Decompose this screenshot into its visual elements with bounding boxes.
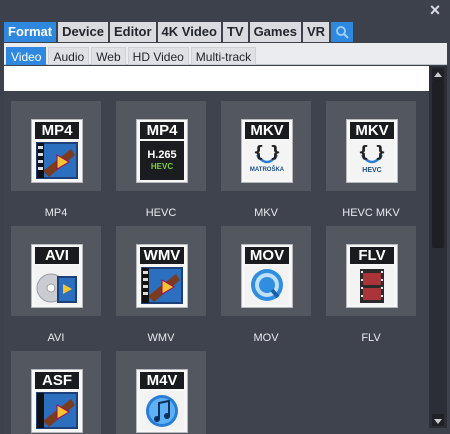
file-icon: FLV	[346, 244, 398, 308]
format-label-flv: FLV	[361, 332, 381, 344]
scroll-up-button[interactable]	[432, 68, 444, 80]
format-tile-m4v[interactable]: M4V	[116, 351, 206, 434]
file-icon: M4V	[136, 369, 188, 433]
format-tile-flv[interactable]: FLV	[326, 226, 416, 316]
tab-games[interactable]: Games	[249, 22, 301, 42]
format-tile-hevc-mkv[interactable]: MKV { } HEVC	[326, 101, 416, 191]
format-grid: MP4 MP4 MP4 H.265 HEVC HEVC MKV {} MATR…	[4, 91, 429, 434]
film-play-icon	[141, 267, 183, 304]
format-tag: MP4	[140, 122, 184, 139]
subcategory-tabs: Video Audio Web HD Video Multi-track	[6, 47, 257, 65]
subtab-multi-track[interactable]: Multi-track	[190, 47, 257, 65]
h265-hevc-icon: H.265 HEVC	[140, 141, 184, 180]
format-tag: FLV	[350, 247, 394, 264]
format-label-mkv: MKV	[254, 207, 278, 219]
format-tile-mov[interactable]: MOV	[221, 226, 311, 316]
format-tag: MOV	[245, 247, 289, 264]
format-label-mov: MOV	[253, 332, 279, 344]
file-icon: ASF	[31, 369, 83, 433]
subtab-video[interactable]: Video	[6, 47, 47, 65]
format-tile-hevc[interactable]: MP4 H.265 HEVC	[116, 101, 206, 191]
format-tag: MKV	[350, 122, 394, 139]
format-window: × Format Device Editor 4K Video TV Games…	[0, 0, 450, 434]
film-play-icon	[36, 142, 78, 179]
tab-format[interactable]: Format	[4, 22, 57, 42]
h265-badge: H.265	[147, 149, 177, 161]
subtab-web[interactable]: Web	[91, 47, 126, 65]
svg-text:{ }: { }	[358, 142, 386, 161]
vertical-scrollbar[interactable]	[429, 66, 447, 428]
format-label-avi: AVI	[47, 332, 65, 344]
format-list-panel: MP4 MP4 MP4 H.265 HEVC HEVC MKV {} MATR…	[4, 66, 429, 434]
format-tag: MKV	[245, 122, 289, 139]
film-play-icon	[36, 392, 78, 429]
file-icon: MP4 H.265 HEVC	[136, 119, 188, 183]
matroska-text: MATROŠKA	[249, 167, 285, 173]
tab-device[interactable]: Device	[58, 22, 108, 42]
tab-4k-video[interactable]: 4K Video	[157, 22, 221, 42]
format-tile-mp4[interactable]: MP4	[11, 101, 101, 191]
tab-tv[interactable]: TV	[222, 22, 248, 42]
search-button[interactable]	[331, 22, 353, 42]
scroll-thumb[interactable]	[432, 80, 444, 248]
subcategory-bar: Video Audio Web HD Video Multi-track	[4, 43, 447, 65]
subtab-audio[interactable]: Audio	[48, 47, 90, 65]
format-tile-asf[interactable]: ASF	[11, 351, 101, 434]
file-icon: WMV	[136, 244, 188, 308]
format-label-mp4: MP4	[44, 207, 68, 219]
svg-text:{ }: { }	[253, 142, 281, 161]
tab-editor[interactable]: Editor	[109, 22, 156, 42]
file-icon: AVI	[31, 244, 83, 308]
format-tile-mkv[interactable]: MKV { } MATROŠKA	[221, 101, 311, 191]
file-icon: MKV { } HEVC	[346, 119, 398, 183]
matroska-logo-icon: { }	[253, 142, 281, 164]
disc-film-icon	[35, 266, 79, 305]
matroska-logo-icon: { }	[358, 142, 386, 164]
format-tile-avi[interactable]: AVI	[11, 226, 101, 316]
format-tile-wmv[interactable]: WMV	[116, 226, 206, 316]
arrow-down-icon	[434, 419, 442, 424]
film-strip-icon	[350, 266, 394, 305]
matroska-icon: { } MATROŠKA	[245, 141, 289, 180]
format-tag: M4V	[140, 372, 184, 389]
file-icon: MP4	[31, 119, 83, 183]
format-tag: MP4	[35, 122, 79, 139]
format-label-hevc: HEVC	[145, 207, 177, 219]
format-label-hevc-mkv: HEVC MKV	[342, 207, 400, 219]
file-icon: MKV { } MATROŠKA	[241, 119, 293, 183]
format-tag: AVI	[35, 247, 79, 264]
category-tabs: Format Device Editor 4K Video TV Games V…	[4, 22, 353, 42]
format-tag: WMV	[140, 247, 184, 264]
itunes-note-icon	[140, 391, 184, 430]
quicktime-icon	[245, 266, 289, 305]
file-icon: MOV	[241, 244, 293, 308]
tab-vr[interactable]: VR	[302, 22, 329, 42]
hevc-text: HEVC	[362, 167, 382, 174]
search-icon	[336, 26, 349, 39]
format-label-wmv: WMV	[147, 332, 175, 344]
close-icon[interactable]: ×	[427, 1, 443, 19]
hevc-badge: HEVC	[150, 162, 174, 171]
format-tag: ASF	[35, 372, 79, 389]
subtab-hd-video[interactable]: HD Video	[127, 47, 189, 65]
matroska-hevc-icon: { } HEVC	[350, 141, 394, 180]
scroll-down-button[interactable]	[432, 414, 444, 426]
